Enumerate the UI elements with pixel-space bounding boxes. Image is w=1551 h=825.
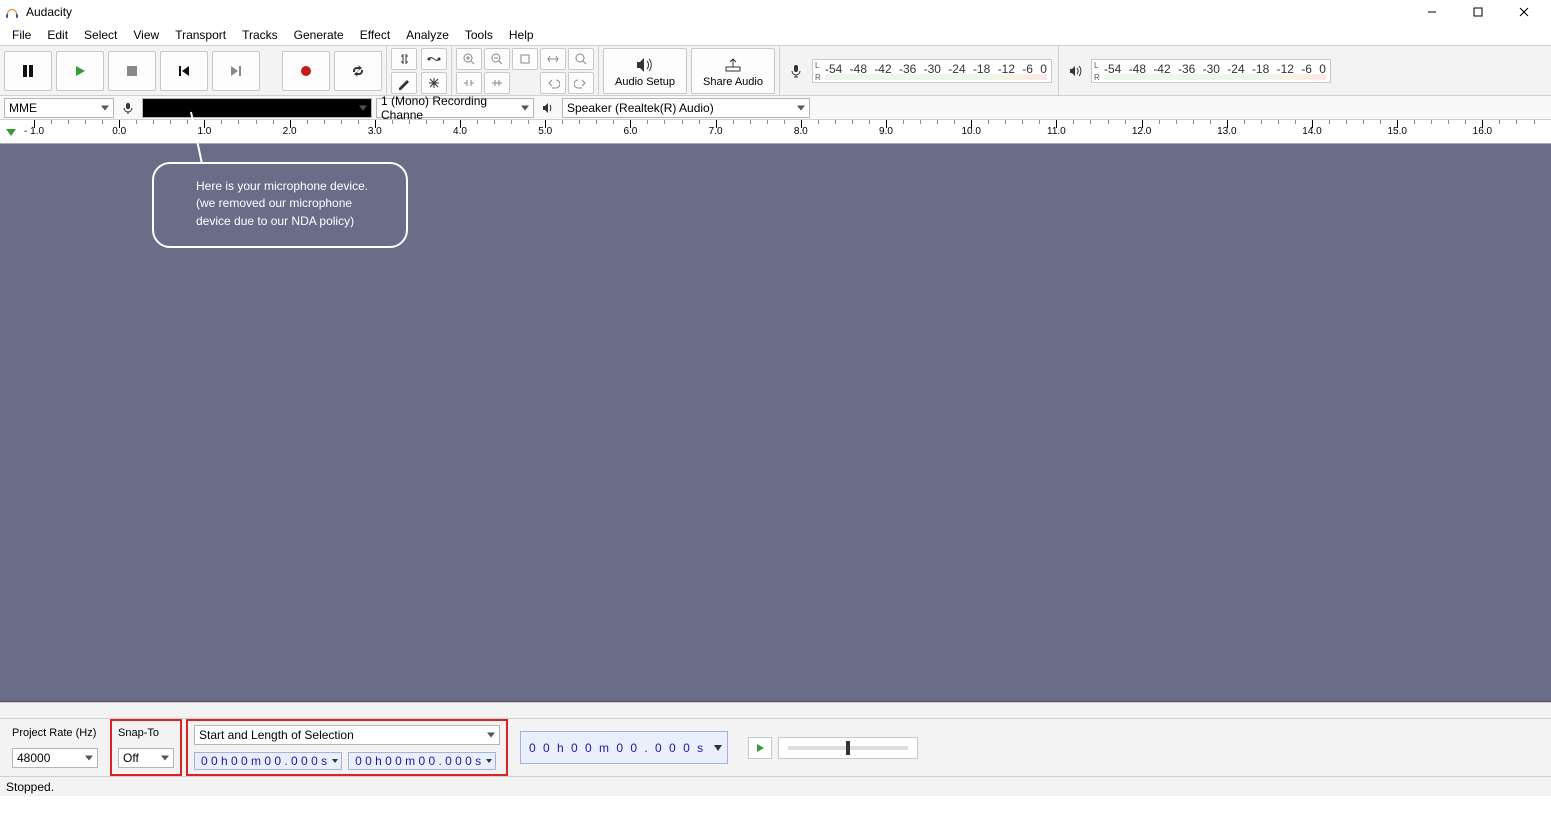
envelope-tool[interactable] — [421, 48, 447, 70]
timeline-ruler[interactable]: - 1.00.01.02.03.04.05.06.07.08.09.010.01… — [22, 120, 1551, 143]
audio-position-field[interactable]: 0 0 h 0 0 m 0 0 . 0 0 0 s — [520, 731, 728, 764]
speaker-icon — [538, 98, 558, 118]
menu-help[interactable]: Help — [501, 26, 542, 44]
minimize-button[interactable] — [1409, 0, 1455, 24]
snap-to-select[interactable]: Off — [118, 748, 174, 768]
trim-button[interactable] — [456, 72, 482, 94]
record-button[interactable] — [282, 51, 330, 91]
loop-button[interactable] — [334, 51, 382, 91]
silence-button[interactable] — [484, 72, 510, 94]
audio-setup-button[interactable]: Audio Setup — [603, 48, 687, 94]
menu-analyze[interactable]: Analyze — [398, 26, 457, 44]
zoom-toggle-button[interactable] — [568, 48, 594, 70]
zoom-out-button[interactable] — [484, 48, 510, 70]
snap-to-cell: Snap-To Off — [110, 719, 182, 776]
menu-select[interactable]: Select — [76, 26, 125, 44]
menu-view[interactable]: View — [125, 26, 167, 44]
recording-meter[interactable]: LR -54-48-42-36-30-24-18-12-60 — [812, 59, 1052, 83]
playback-device-select[interactable]: Speaker (Realtek(R) Audio) — [562, 98, 810, 118]
selection-length-field[interactable]: 0 0 h 0 0 m 0 0 . 0 0 0 s — [348, 752, 496, 770]
menu-bar: File Edit Select View Transport Tracks G… — [0, 24, 1551, 46]
app-logo — [4, 4, 20, 20]
menu-tracks[interactable]: Tracks — [234, 26, 286, 44]
selection-tool[interactable] — [391, 48, 417, 70]
annotation-callout: Here is your microphone device. (we remo… — [152, 162, 408, 248]
menu-file[interactable]: File — [4, 26, 39, 44]
device-toolbar: MME 1 (Mono) Recording Channe Speaker (R… — [0, 96, 1551, 120]
audio-setup-label: Audio Setup — [615, 76, 675, 88]
window-title: Audacity — [26, 5, 1409, 19]
play-at-speed-button[interactable] — [748, 737, 772, 759]
playback-speed-slider[interactable] — [778, 737, 918, 759]
tools-toolbar — [387, 46, 452, 95]
title-bar: Audacity — [0, 0, 1551, 24]
draw-tool[interactable] — [391, 72, 417, 94]
horizontal-scrollbar[interactable] — [0, 702, 1551, 718]
selection-toolbar: Project Rate (Hz) 48000 Snap-To Off Star… — [0, 718, 1551, 776]
recording-channels-select[interactable]: 1 (Mono) Recording Channe — [376, 98, 534, 118]
snap-to-label: Snap-To — [118, 727, 174, 739]
menu-generate[interactable]: Generate — [286, 26, 352, 44]
status-text: Stopped. — [6, 780, 54, 794]
selection-start-field[interactable]: 0 0 h 0 0 m 0 0 . 0 0 0 s — [194, 752, 342, 770]
menu-edit[interactable]: Edit — [39, 26, 76, 44]
menu-tools[interactable]: Tools — [457, 26, 501, 44]
track-area[interactable]: Here is your microphone device. (we remo… — [0, 144, 1551, 702]
selection-mode-select[interactable]: Start and Length of Selection — [194, 725, 500, 745]
stop-button[interactable] — [108, 51, 156, 91]
project-rate-cell: Project Rate (Hz) 48000 — [4, 719, 106, 776]
fit-project-button[interactable] — [540, 48, 566, 70]
menu-transport[interactable]: Transport — [167, 26, 234, 44]
annotation-text-2: (we removed our microphone device due to… — [196, 195, 386, 230]
undo-button[interactable] — [540, 72, 566, 94]
skip-end-button[interactable] — [212, 51, 260, 91]
project-rate-select[interactable]: 48000 — [12, 748, 98, 768]
toolbar-row: Audio Setup Share Audio LR -54-48-42-36-… — [0, 46, 1551, 96]
status-bar: Stopped. — [0, 776, 1551, 796]
pause-button[interactable] — [4, 51, 52, 91]
multi-tool[interactable] — [421, 72, 447, 94]
play-button[interactable] — [56, 51, 104, 91]
annotation-text-1: Here is your microphone device. — [196, 178, 386, 195]
recording-meter-group: LR -54-48-42-36-30-24-18-12-60 — [780, 46, 1059, 95]
skip-start-button[interactable] — [160, 51, 208, 91]
transport-toolbar — [0, 46, 387, 95]
maximize-button[interactable] — [1455, 0, 1501, 24]
audio-host-select[interactable]: MME — [4, 98, 114, 118]
microphone-icon — [118, 98, 138, 118]
fit-selection-button[interactable] — [512, 48, 538, 70]
menu-effect[interactable]: Effect — [352, 26, 398, 44]
play-at-speed-cell — [740, 719, 926, 776]
microphone-icon — [786, 61, 806, 81]
setup-share-toolbar: Audio Setup Share Audio — [599, 46, 780, 95]
redo-button[interactable] — [568, 72, 594, 94]
timeline-options-button[interactable] — [0, 120, 22, 143]
share-audio-button[interactable]: Share Audio — [691, 48, 775, 94]
edit-toolbar — [452, 46, 599, 95]
playback-meter[interactable]: LR -54-48-42-36-30-24-18-12-60 — [1091, 59, 1331, 83]
speaker-icon — [1065, 61, 1085, 81]
project-rate-label: Project Rate (Hz) — [12, 727, 98, 739]
share-audio-label: Share Audio — [703, 76, 763, 88]
timeline-ruler-row: - 1.00.01.02.03.04.05.06.07.08.09.010.01… — [0, 120, 1551, 144]
close-button[interactable] — [1501, 0, 1547, 24]
playback-meter-group: LR -54-48-42-36-30-24-18-12-60 — [1059, 46, 1337, 95]
zoom-in-button[interactable] — [456, 48, 482, 70]
audio-position-cell: 0 0 h 0 0 m 0 0 . 0 0 0 s — [512, 719, 736, 776]
recording-device-select[interactable] — [142, 98, 372, 118]
selection-cell: Start and Length of Selection 0 0 h 0 0 … — [186, 719, 508, 776]
